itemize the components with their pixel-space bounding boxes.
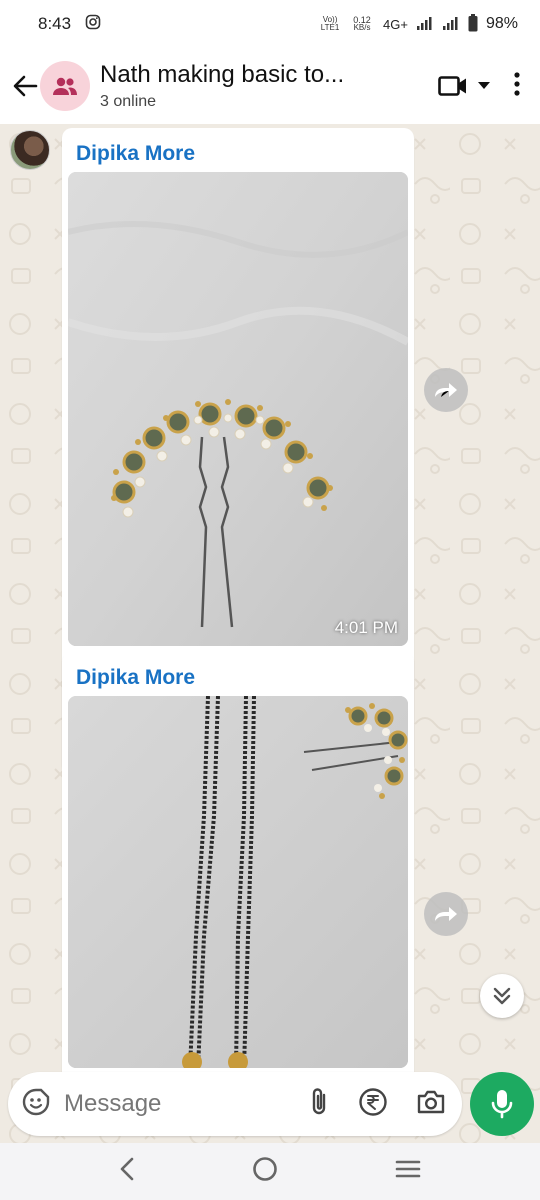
nav-recents-icon xyxy=(396,1160,421,1178)
video-call-icon xyxy=(438,76,466,96)
signal-icon xyxy=(416,16,434,33)
chat-title-block[interactable]: Nath making basic to... 3 online xyxy=(100,61,385,111)
attach-button[interactable] xyxy=(308,1087,330,1122)
speed-unit: KB/s xyxy=(353,23,371,32)
camera-icon xyxy=(417,1090,445,1113)
video-call-button[interactable] xyxy=(438,75,490,97)
forward-icon xyxy=(435,907,457,921)
group-avatar[interactable] xyxy=(40,61,90,111)
message-image[interactable]: 4:01 PM xyxy=(68,172,408,646)
message-composer xyxy=(8,1072,462,1136)
mangalsutra-photo xyxy=(68,696,408,1068)
forward-button[interactable] xyxy=(424,892,468,936)
nav-back-button[interactable] xyxy=(119,1157,135,1186)
sender-avatar[interactable] xyxy=(10,130,50,170)
more-options-button[interactable] xyxy=(514,71,520,101)
message-time: 4:01 PM xyxy=(334,618,398,637)
voice-message-button[interactable] xyxy=(470,1072,534,1136)
back-arrow-icon xyxy=(13,75,38,97)
forward-button[interactable] xyxy=(424,368,468,412)
payment-button[interactable] xyxy=(358,1087,388,1122)
network-speed: 0.12 KB/s xyxy=(349,16,375,32)
sender-name[interactable]: Dipika More xyxy=(68,658,408,696)
chat-area[interactable]: Dipika More 4:01 PM Dipika More xyxy=(0,124,540,1144)
message-image[interactable] xyxy=(68,696,408,1068)
more-options-icon xyxy=(514,71,520,96)
microphone-icon xyxy=(491,1090,513,1119)
back-button[interactable] xyxy=(10,66,40,106)
chat-title: Nath making basic to... xyxy=(100,61,345,88)
instagram-icon xyxy=(85,14,101,35)
battery-icon xyxy=(468,13,478,35)
online-status: 3 online xyxy=(100,93,157,110)
signal-icon-2 xyxy=(442,16,460,33)
system-nav-bar xyxy=(0,1143,540,1200)
scroll-to-bottom-button[interactable] xyxy=(480,974,524,1018)
sticker-button[interactable] xyxy=(22,1088,50,1121)
sticker-icon xyxy=(22,1088,50,1115)
camera-button[interactable] xyxy=(416,1089,446,1120)
sender-name[interactable]: Dipika More xyxy=(68,134,408,172)
double-chevron-down-icon xyxy=(493,987,511,1005)
message-bubble[interactable]: Dipika More xyxy=(62,652,414,1082)
hairpin-photo xyxy=(68,172,408,646)
message-input[interactable] xyxy=(64,1090,264,1118)
chat-header: Nath making basic to... 3 online xyxy=(0,48,540,124)
dropdown-icon xyxy=(478,82,490,89)
nav-home-button[interactable] xyxy=(252,1156,278,1187)
nav-recents-button[interactable] xyxy=(395,1159,421,1184)
network-type: 4G+ xyxy=(383,16,408,32)
forward-icon xyxy=(435,383,457,397)
group-icon xyxy=(53,77,77,95)
status-time: 8:43 xyxy=(38,14,72,33)
volte-indicator: Vo)) LTE1 xyxy=(320,15,340,32)
status-bar: 8:43 Vo)) LTE1 0.12 KB/s 4G+ 98% xyxy=(0,0,540,48)
rupee-payment-icon xyxy=(359,1087,387,1116)
attach-icon xyxy=(312,1087,326,1114)
nav-home-icon xyxy=(253,1157,277,1181)
nav-back-icon xyxy=(120,1157,133,1181)
battery-percent: 98% xyxy=(485,15,518,32)
